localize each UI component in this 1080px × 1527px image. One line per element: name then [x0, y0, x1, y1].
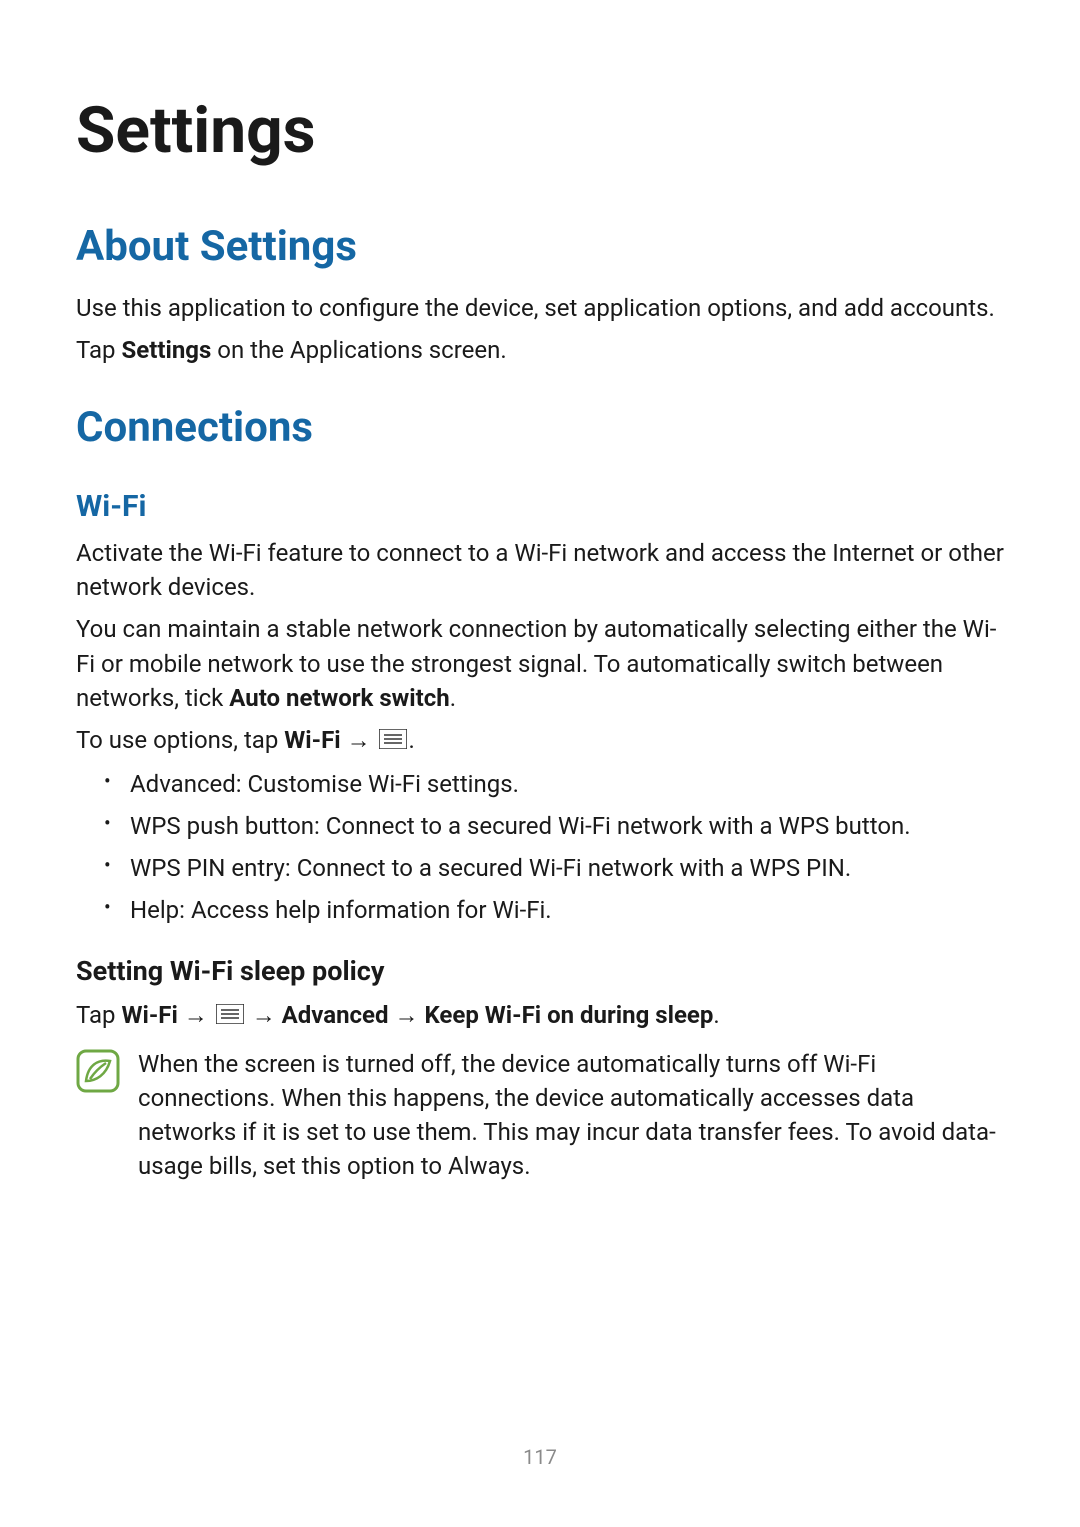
list-item: WPS PIN entry: Connect to a secured Wi-F… [130, 850, 1004, 886]
bold-auto-network-switch: Auto network switch [229, 684, 449, 712]
menu-icon [216, 999, 244, 1033]
arrow-text: → [246, 1001, 282, 1029]
arrow-text: → [178, 1001, 214, 1029]
text: You can maintain a stable network connec… [76, 615, 996, 711]
list-item: Help: Access help information for Wi-Fi. [130, 892, 1004, 928]
text: : Access help information for Wi-Fi. [179, 896, 551, 924]
bold-wifi: Wi-Fi [284, 726, 340, 754]
about-paragraph-1: Use this application to configure the de… [76, 291, 1004, 325]
wifi-paragraph-1: Activate the Wi-Fi feature to connect to… [76, 536, 1004, 604]
bold-settings: Settings [121, 336, 211, 364]
arrow-text: → [341, 726, 377, 754]
heading-connections: Connections [76, 403, 1004, 453]
text: on the Applications screen. [211, 336, 506, 364]
text: : Connect to a secured Wi-Fi network wit… [285, 854, 851, 882]
page-number: 117 [0, 1445, 1080, 1469]
bold-keep-wifi-on-during-sleep: Keep Wi-Fi on during sleep [424, 1001, 713, 1029]
option-help: Help [130, 896, 179, 924]
text: : Customise Wi-Fi settings. [236, 770, 519, 798]
text: When the screen is turned off, the devic… [138, 1050, 996, 1180]
bold-advanced: Advanced [282, 1001, 389, 1029]
text: . [450, 684, 456, 712]
heading-wifi: Wi-Fi [76, 487, 1004, 526]
text: . [409, 726, 415, 754]
menu-icon [379, 724, 407, 758]
page-title: Settings [76, 96, 1004, 166]
list-item: Advanced: Customise Wi-Fi settings. [130, 766, 1004, 802]
option-wps-pin-entry: WPS PIN entry [130, 854, 285, 882]
text: Tap [76, 1001, 121, 1029]
list-item: WPS push button: Connect to a secured Wi… [130, 808, 1004, 844]
text: Tap [76, 336, 121, 364]
text: To use options, tap [76, 726, 284, 754]
wifi-options-line: To use options, tap Wi-Fi → . [76, 723, 1004, 759]
bold-wifi: Wi-Fi [121, 1001, 177, 1029]
arrow-text: → [389, 1001, 425, 1029]
heading-about-settings: About Settings [76, 222, 1004, 272]
text: . [524, 1152, 530, 1180]
option-wps-push-button: WPS push button [130, 812, 314, 840]
heading-wifi-sleep-policy: Setting Wi-Fi sleep policy [76, 954, 1004, 989]
option-advanced: Advanced [130, 770, 236, 798]
text: . [713, 1001, 719, 1029]
wifi-options-list: Advanced: Customise Wi-Fi settings. WPS … [76, 766, 1004, 928]
about-paragraph-2: Tap Settings on the Applications screen. [76, 333, 1004, 367]
note-text: When the screen is turned off, the devic… [138, 1047, 1004, 1183]
wifi-sleep-path: Tap Wi-Fi → → Advanced → Keep Wi-Fi on d… [76, 998, 1004, 1034]
wifi-paragraph-2: You can maintain a stable network connec… [76, 612, 1004, 714]
text: : Connect to a secured Wi-Fi network wit… [314, 812, 911, 840]
bold-always: Always [448, 1152, 524, 1180]
note-block: When the screen is turned off, the devic… [76, 1047, 1004, 1183]
note-icon [76, 1049, 120, 1093]
